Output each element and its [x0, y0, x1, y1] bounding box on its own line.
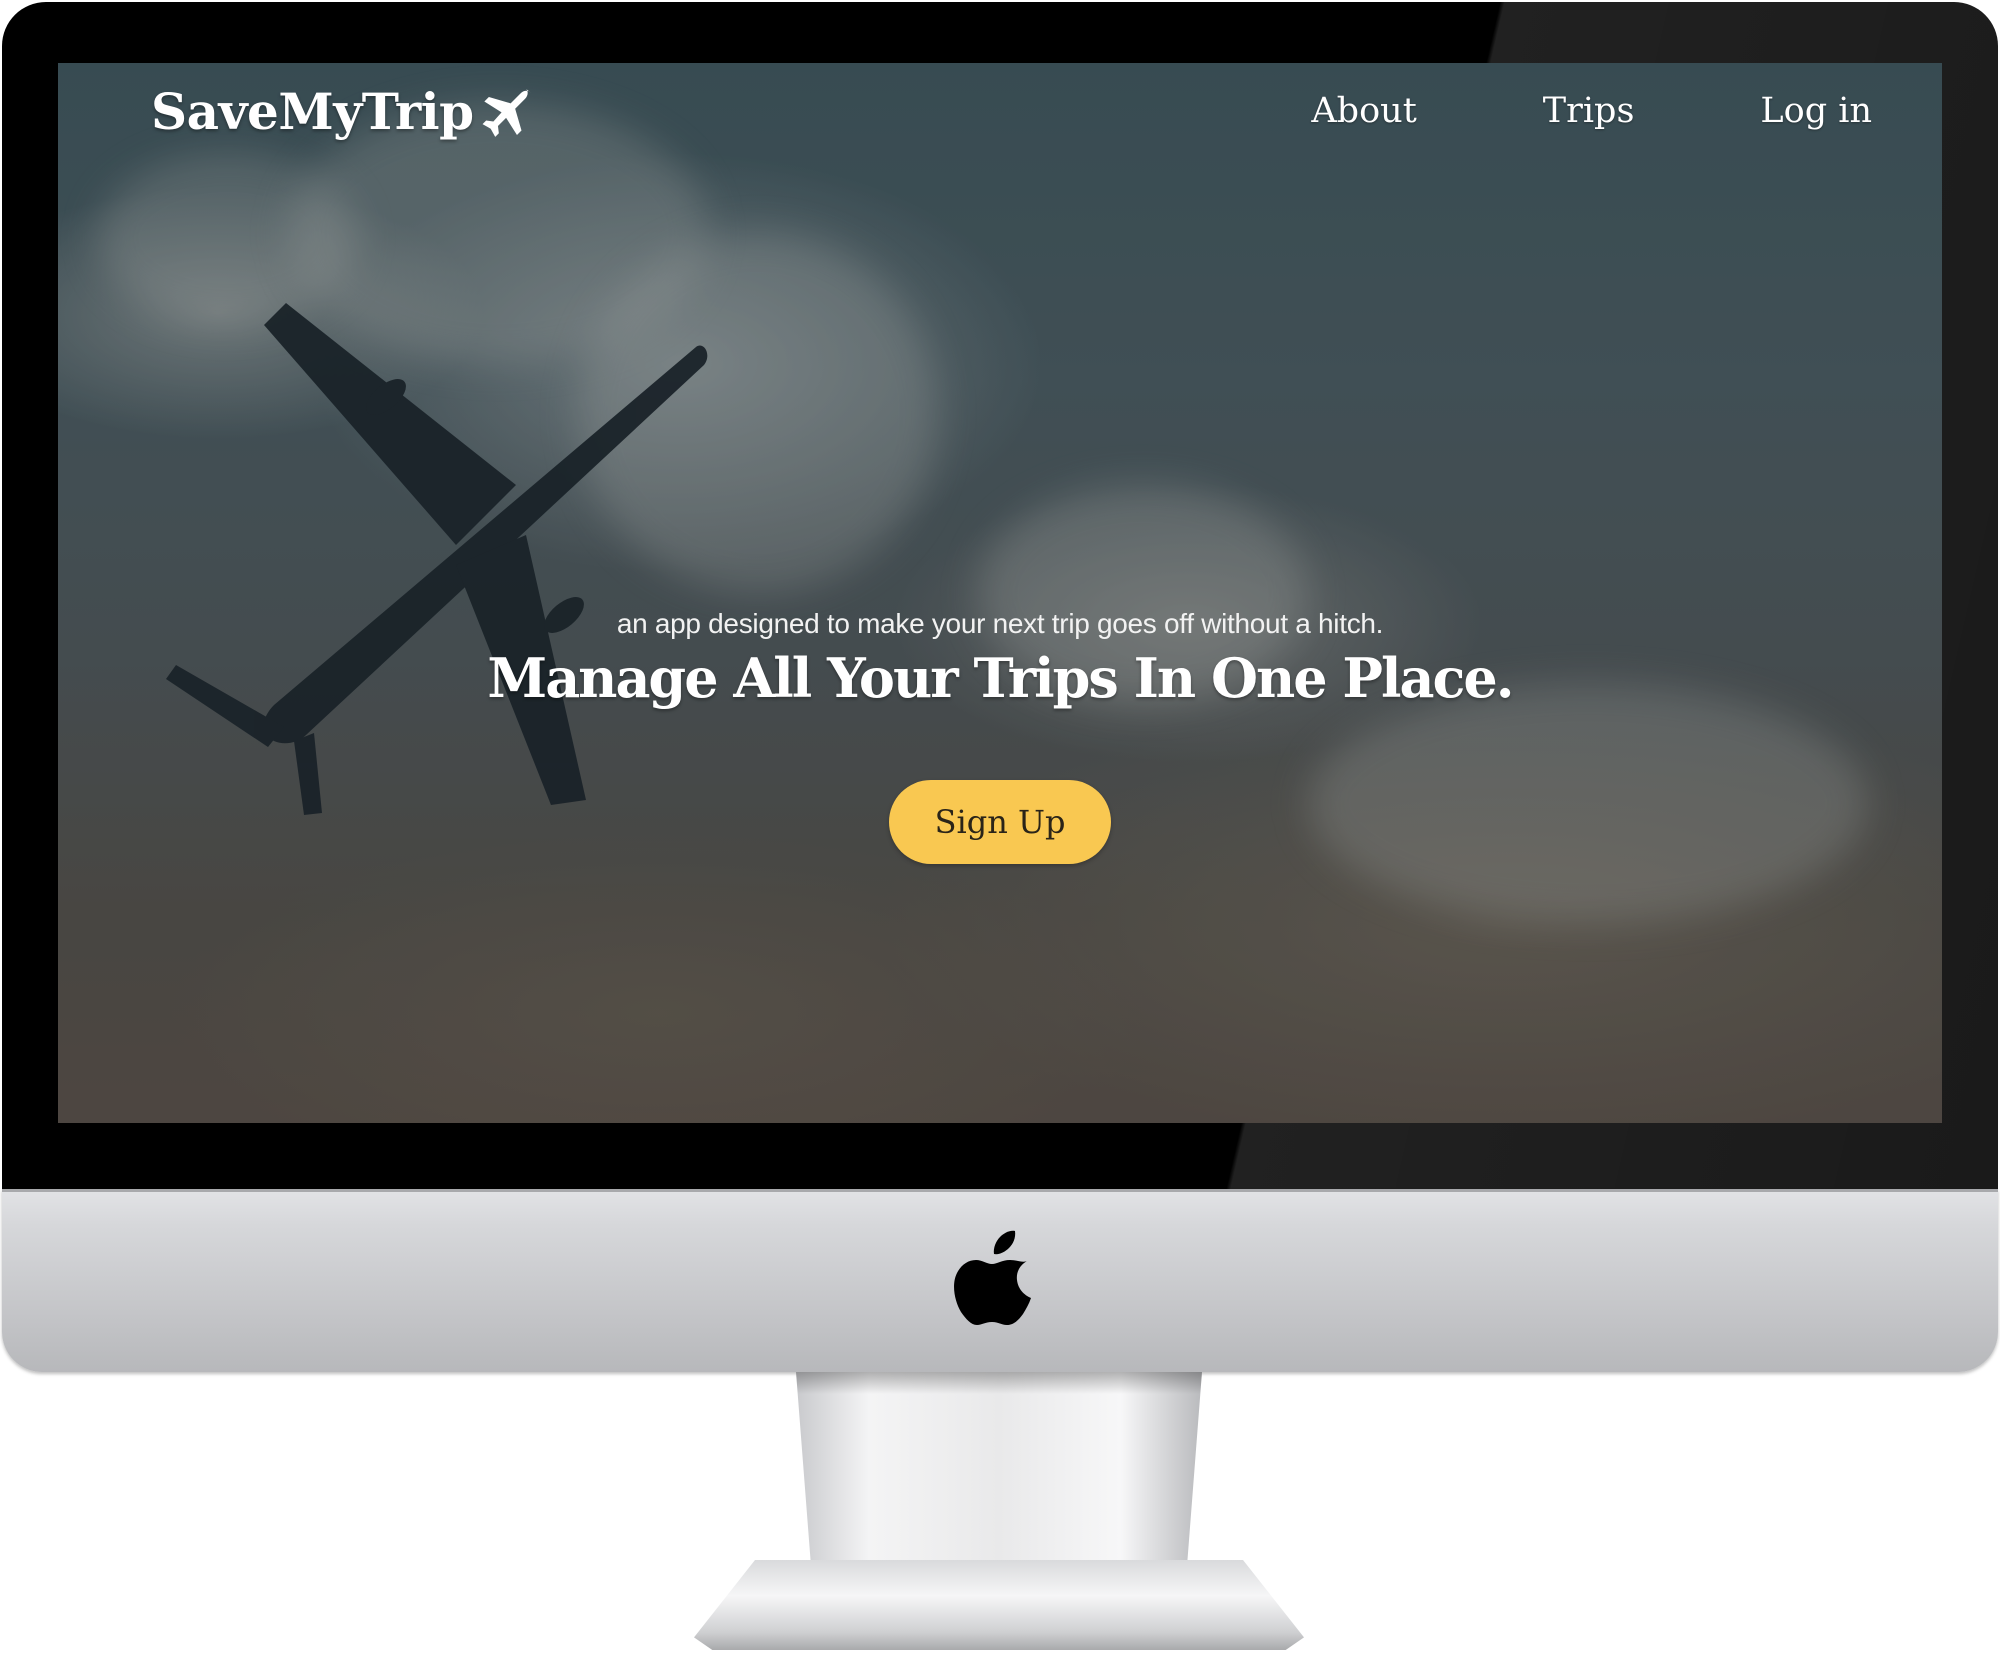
nav-about-link[interactable]: About — [1311, 91, 1416, 131]
nav-trips-link[interactable]: Trips — [1543, 91, 1635, 131]
apple-logo-icon — [954, 1230, 1031, 1325]
top-navbar: SaveMyTrip About Trips Log in — [58, 63, 1942, 183]
nav-links: About Trips Log in — [1311, 91, 1872, 131]
hero-headline: Manage All Your Trips In One Place. — [487, 646, 1514, 710]
imac-mockup: SaveMyTrip About Trips Log in an app des… — [0, 0, 2000, 1653]
website-screen: SaveMyTrip About Trips Log in an app des… — [58, 63, 1942, 1123]
brand-name: SaveMyTrip — [151, 81, 474, 141]
monitor-stand-foot — [694, 1560, 1304, 1650]
nav-login-link[interactable]: Log in — [1760, 91, 1872, 131]
hero-section: an app designed to make your next trip g… — [58, 608, 1942, 864]
airplane-icon — [482, 88, 531, 137]
hero-tagline: an app designed to make your next trip g… — [616, 608, 1384, 639]
brand-logo[interactable]: SaveMyTrip — [151, 77, 536, 145]
monitor-stand-neck — [796, 1372, 1202, 1582]
sign-up-button[interactable]: Sign Up — [889, 780, 1111, 864]
